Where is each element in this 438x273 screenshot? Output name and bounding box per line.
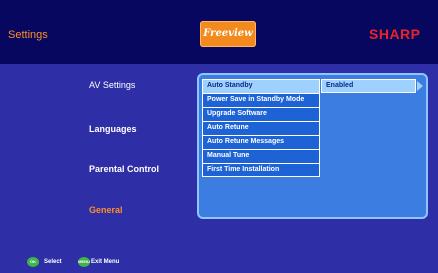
footer-select-label: Select <box>44 259 62 265</box>
auto-standby-value[interactable]: Enabled <box>321 79 416 93</box>
footer-exit-label: Exit Menu <box>91 259 120 265</box>
submenu-item-upgrade-software[interactable]: Upgrade Software <box>202 107 320 121</box>
footer-bar <box>0 250 438 273</box>
submenu-item-power-save[interactable]: Power Save in Standby Mode <box>202 93 320 107</box>
header-bar: Settings Freeview SHARP <box>0 0 438 64</box>
menu-item-av-settings[interactable]: AV Settings <box>89 80 135 90</box>
submenu-item-manual-tune[interactable]: Manual Tune <box>202 149 320 163</box>
freeview-logo-text: Freeview <box>203 28 253 39</box>
tv-settings-screen: Settings Freeview SHARP AV Settings Lang… <box>0 0 438 273</box>
menu-button-icon: MENU <box>78 257 90 267</box>
submenu-item-auto-retune[interactable]: Auto Retune <box>202 121 320 135</box>
menu-item-parental-control[interactable]: Parental Control <box>89 164 159 174</box>
submenu-item-auto-standby[interactable]: Auto Standby <box>202 79 320 93</box>
submenu-item-auto-retune-messages[interactable]: Auto Retune Messages <box>202 135 320 149</box>
arrow-right-icon[interactable] <box>417 81 423 91</box>
ok-button-icon: OK <box>27 257 39 267</box>
menu-item-languages[interactable]: Languages <box>89 124 137 134</box>
menu-item-general[interactable]: General <box>89 205 123 215</box>
submenu-item-first-time-installation[interactable]: First Time Installation <box>202 163 320 177</box>
freeview-logo: Freeview <box>200 21 256 47</box>
page-title: Settings <box>8 29 48 41</box>
general-submenu: Auto Standby Power Save in Standby Mode … <box>202 79 320 177</box>
brand-logo: SHARP <box>369 26 421 42</box>
